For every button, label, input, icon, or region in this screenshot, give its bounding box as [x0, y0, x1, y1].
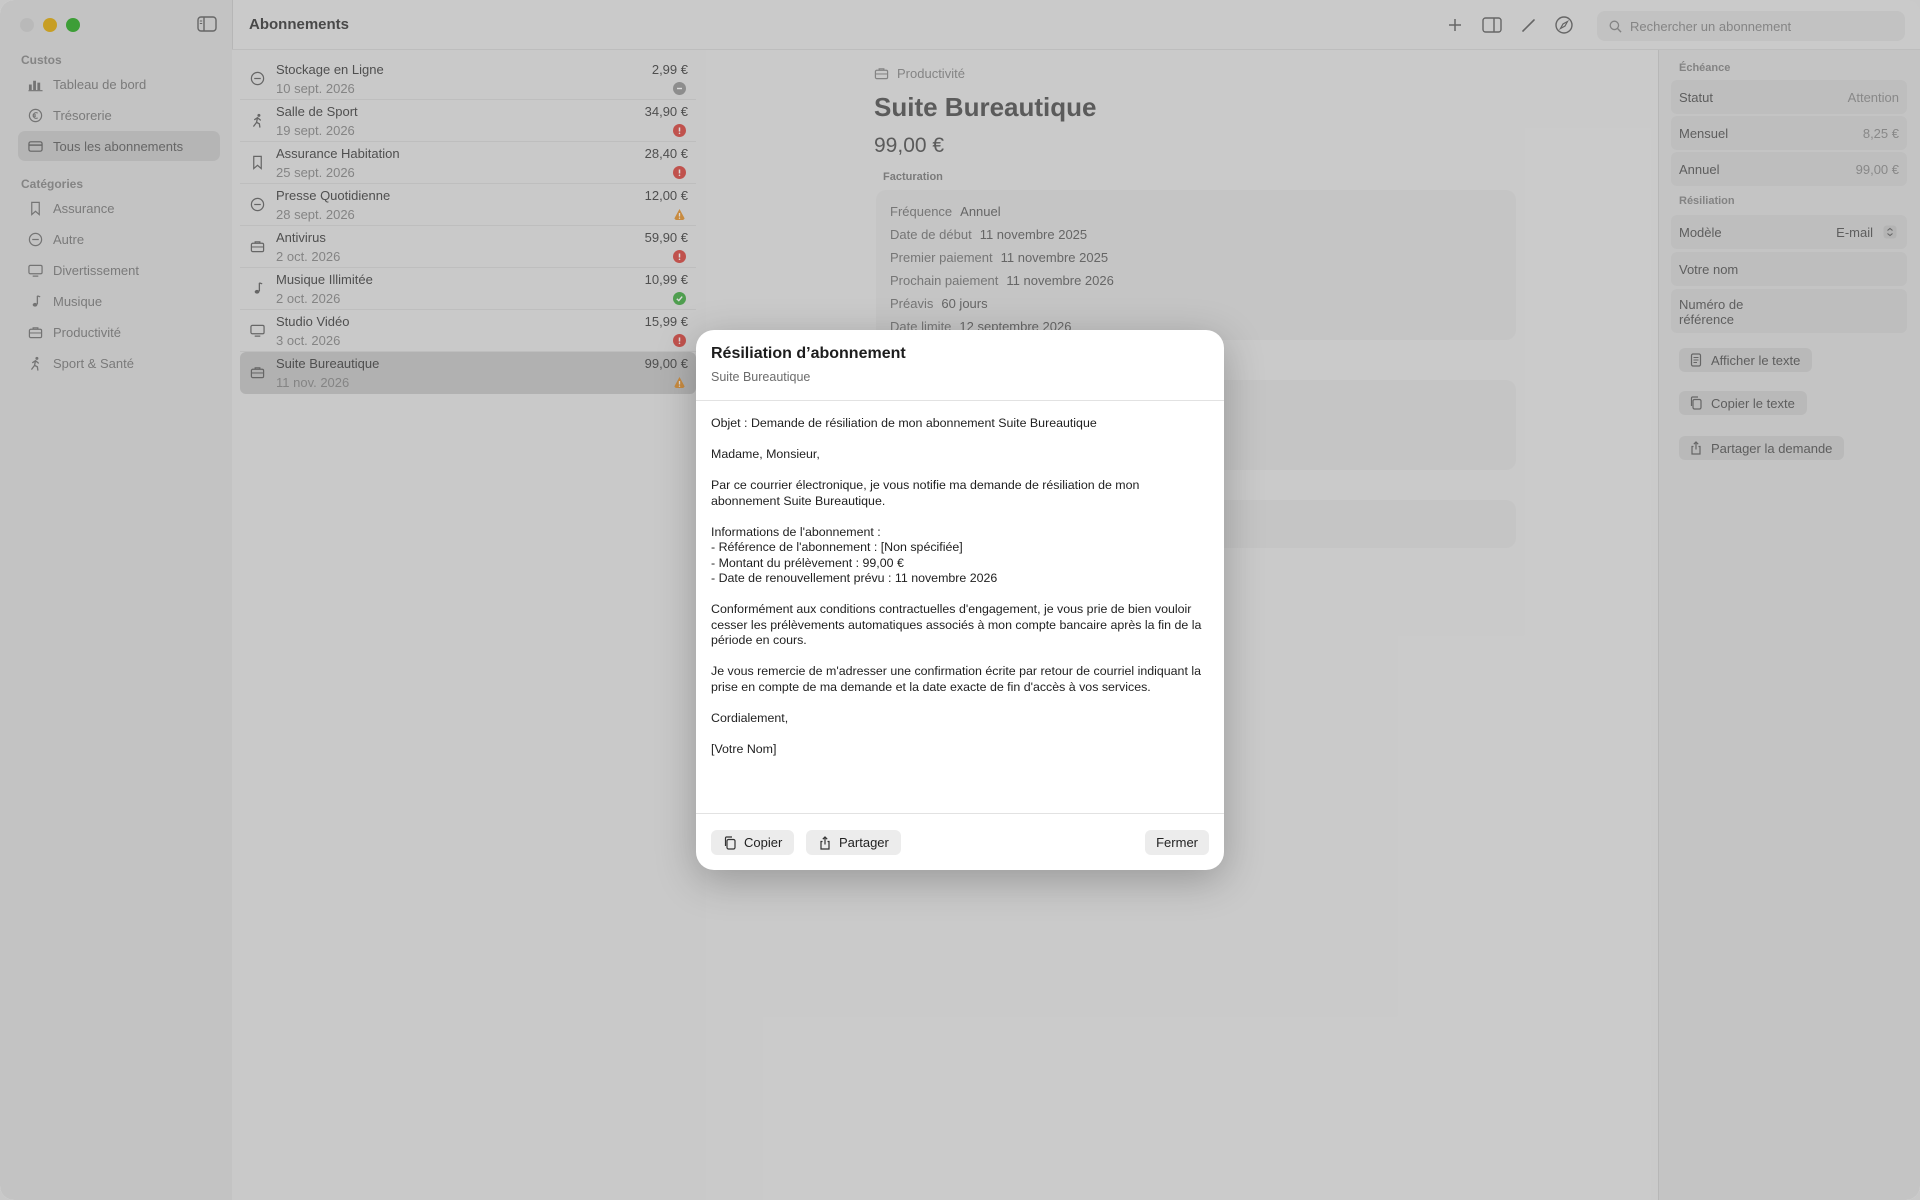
sheet-subtitle: Suite Bureautique — [711, 370, 811, 384]
share-button[interactable]: Partager — [806, 830, 901, 855]
letter-info-line: - Référence de l'abonnement : [Non spéci… — [711, 540, 963, 554]
sheet-divider — [696, 400, 1224, 401]
button-label: Copier — [744, 835, 783, 850]
copy-icon — [724, 835, 736, 850]
letter-text: Objet : Demande de résiliation de mon ab… — [711, 416, 1211, 773]
letter-info-title: Informations de l'abonnement : — [711, 524, 881, 539]
letter-paragraph: Je vous remercie de m'adresser une confi… — [711, 664, 1201, 694]
sheet-title: Résiliation d’abonnement — [711, 345, 906, 362]
close-button[interactable]: Fermer — [1145, 830, 1209, 855]
letter-info-line: - Montant du prélèvement : 99,00 € — [711, 555, 904, 570]
letter-info-line: - Date de renouvellement prévu : 11 nove… — [711, 571, 998, 585]
letter-paragraph: Par ce courrier électronique, je vous no… — [711, 478, 1140, 508]
letter-paragraph: Conformément aux conditions contractuell… — [711, 602, 1202, 647]
letter-closing: Cordialement, — [711, 710, 789, 725]
app-window: Custos Tableau de bord Trésorerie Tous l… — [0, 0, 1920, 1200]
button-label: Partager — [839, 835, 889, 850]
share-icon — [820, 835, 830, 850]
button-label: Fermer — [1156, 835, 1198, 850]
copy-button[interactable]: Copier — [711, 830, 795, 855]
cancellation-sheet: Résiliation d’abonnement Suite Bureautiq… — [696, 330, 1224, 870]
letter-signature: [Votre Nom] — [711, 741, 777, 756]
sheet-divider — [696, 813, 1224, 814]
letter-object: Objet : Demande de résiliation de mon ab… — [711, 416, 1097, 430]
letter-greeting: Madame, Monsieur, — [711, 447, 820, 461]
